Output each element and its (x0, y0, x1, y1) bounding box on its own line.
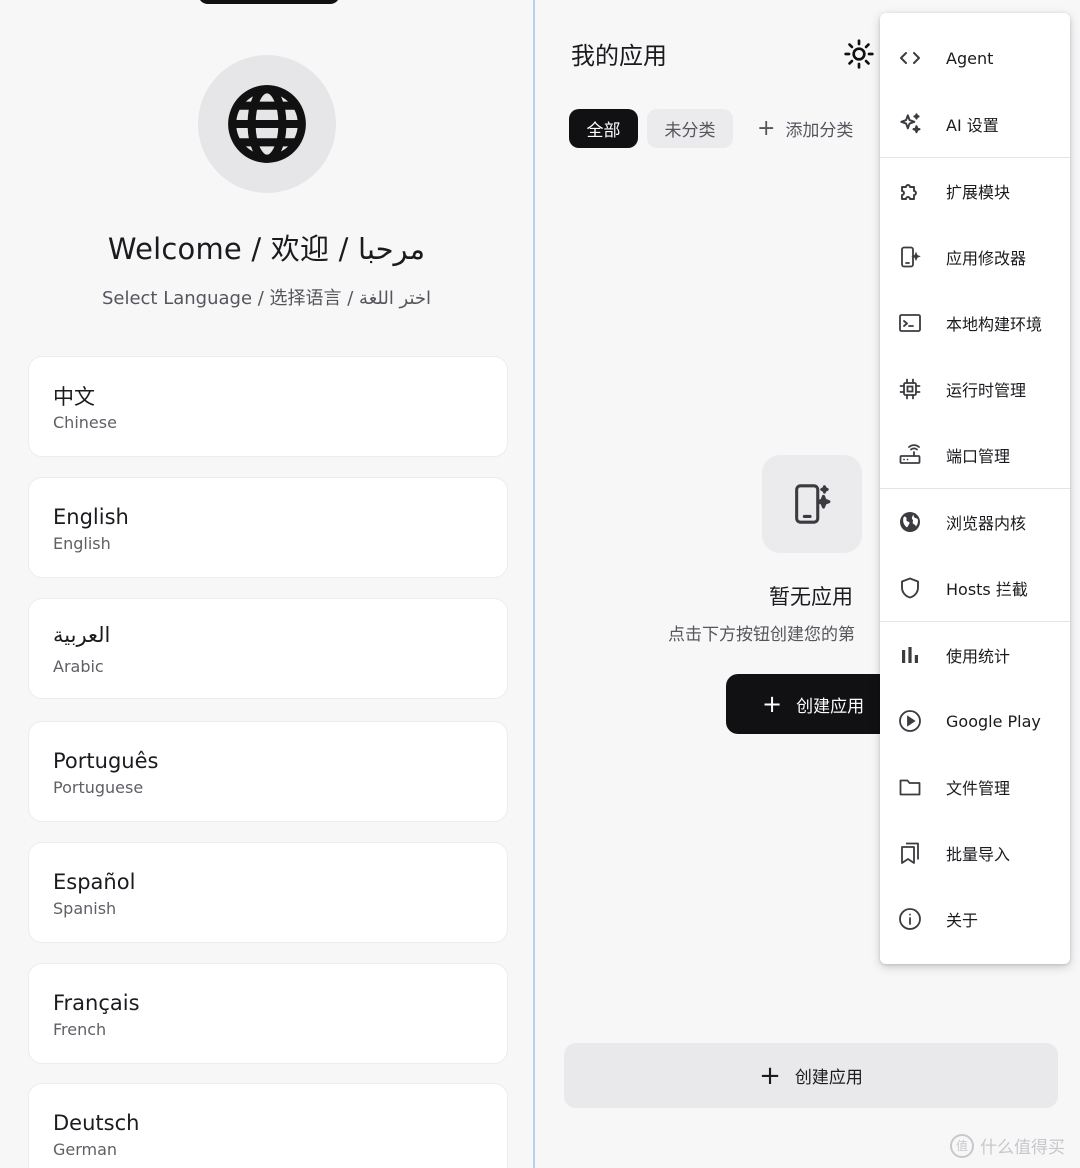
language-native-name: English (53, 505, 129, 529)
phone-edit-icon (897, 244, 923, 270)
plus-icon: + (762, 690, 783, 718)
language-english-name: Portuguese (53, 778, 144, 797)
play-circle-icon (897, 708, 923, 734)
create-app-label: 创建应用 (796, 696, 865, 717)
language-option-spanish[interactable]: Español Spanish (28, 842, 508, 943)
sparkle-icon (897, 111, 923, 137)
bottom-create-app-label: 创建应用 (794, 1068, 863, 1088)
welcome-title: Welcome / 欢迎 / مرحبا (107, 232, 426, 266)
language-english-name: English (53, 534, 111, 553)
menu-item-label: 本地构建环境 (946, 315, 1043, 334)
menu-item-label: Agent (946, 48, 994, 68)
bookmarks-icon (897, 840, 923, 866)
shield-icon (897, 575, 923, 601)
menu-item-browser-engine[interactable]: 浏览器内核 (880, 489, 1070, 555)
globe-icon (228, 85, 306, 163)
info-icon (897, 906, 923, 932)
menu-item-label: 应用修改器 (946, 249, 1027, 268)
language-native-name: العربية (53, 623, 111, 647)
menu-item-label: 运行时管理 (946, 381, 1027, 400)
menu-item-local-build[interactable]: 本地构建环境 (880, 290, 1070, 356)
plus-icon: + (757, 115, 776, 141)
watermark-logo-icon: 值 (950, 1133, 974, 1158)
menu-item-usage-stats[interactable]: 使用统计 (880, 622, 1070, 688)
menu-item-label: 使用统计 (946, 647, 1011, 666)
language-english-name: Chinese (53, 413, 117, 432)
language-native-name: Español (53, 870, 136, 894)
add-category-label: 添加分类 (785, 121, 854, 141)
puzzle-icon (897, 178, 923, 204)
language-english-name: Spanish (53, 899, 117, 918)
menu-item-file-manager[interactable]: 文件管理 (880, 754, 1070, 820)
tab-all[interactable]: 全部 (569, 109, 638, 148)
language-native-name: Português (53, 749, 159, 773)
menu-item-hosts-block[interactable]: Hosts 拦截 (880, 555, 1070, 621)
plus-icon: + (759, 1060, 781, 1091)
language-native-name: Deutsch (53, 1111, 140, 1135)
chip-icon (897, 376, 923, 402)
router-icon (897, 442, 923, 468)
terminal-icon (897, 310, 923, 336)
watermark: 值 什么值得买 (950, 1133, 1065, 1158)
menu-item-label: 端口管理 (946, 447, 1011, 466)
welcome-subtitle: Select Language / 选择语言 / اختر اللغة (101, 288, 432, 309)
menu-item-label: 文件管理 (946, 779, 1011, 798)
menu-item-app-modifier[interactable]: 应用修改器 (880, 224, 1070, 290)
empty-state-subtitle: 点击下方按钮创建您的第 (668, 625, 855, 645)
menu-item-label: Google Play (946, 711, 1041, 731)
menu-item-label: 关于 (946, 911, 979, 930)
language-native-name: 中文 (53, 385, 95, 409)
menu-item-label: 批量导入 (946, 845, 1011, 864)
menu-item-label: 扩展模块 (946, 183, 1011, 202)
language-option-portuguese[interactable]: Português Portuguese (28, 721, 508, 822)
phone-sparkle-icon (795, 484, 831, 524)
menu-item-label: Hosts 拦截 (946, 580, 1028, 599)
language-panel: Welcome / 欢迎 / مرحبا Select Language / 选… (0, 0, 533, 1168)
code-icon (897, 45, 923, 71)
menu-item-label: 浏览器内核 (946, 514, 1027, 533)
menu-item-extensions[interactable]: 扩展模块 (880, 158, 1070, 224)
add-category-button[interactable]: + 添加分类 (757, 109, 867, 148)
language-english-name: German (53, 1140, 118, 1159)
page-title: 我的应用 (571, 42, 667, 70)
overflow-menu: Agent AI 设置 扩展模块 应用修改器 本地构建环境 运行时管理 端口管理… (880, 13, 1070, 964)
theme-toggle-icon[interactable] (843, 38, 875, 70)
menu-item-runtime[interactable]: 运行时管理 (880, 356, 1070, 422)
empty-state-illustration (762, 455, 862, 553)
language-option-english[interactable]: English English (28, 477, 508, 578)
language-option-chinese[interactable]: 中文 Chinese (28, 356, 508, 457)
menu-item-ai-settings[interactable]: AI 设置 (880, 91, 1070, 157)
language-option-french[interactable]: Français French (28, 963, 508, 1064)
folder-icon (897, 774, 923, 800)
create-app-button[interactable]: + 创建应用 (726, 674, 896, 734)
menu-item-batch-import[interactable]: 批量导入 (880, 820, 1070, 886)
menu-item-about[interactable]: 关于 (880, 886, 1070, 952)
language-option-german[interactable]: Deutsch German (28, 1083, 508, 1168)
bottom-create-app-button[interactable]: + 创建应用 (564, 1043, 1058, 1108)
camera-notch (198, 0, 340, 4)
tab-uncategorized[interactable]: 未分类 (647, 109, 733, 148)
menu-item-agent[interactable]: Agent (880, 25, 1070, 91)
menu-item-label: AI 设置 (946, 116, 999, 135)
menu-item-ports[interactable]: 端口管理 (880, 422, 1070, 488)
globe-icon (897, 509, 923, 535)
menu-item-google-play[interactable]: Google Play (880, 688, 1070, 754)
language-native-name: Français (53, 991, 140, 1015)
globe-avatar (198, 55, 336, 193)
language-english-name: Arabic (53, 657, 104, 676)
language-english-name: French (53, 1020, 107, 1039)
bar-chart-icon (897, 642, 923, 668)
language-option-arabic[interactable]: العربية Arabic (28, 598, 508, 699)
watermark-text: 什么值得买 (980, 1138, 1065, 1158)
